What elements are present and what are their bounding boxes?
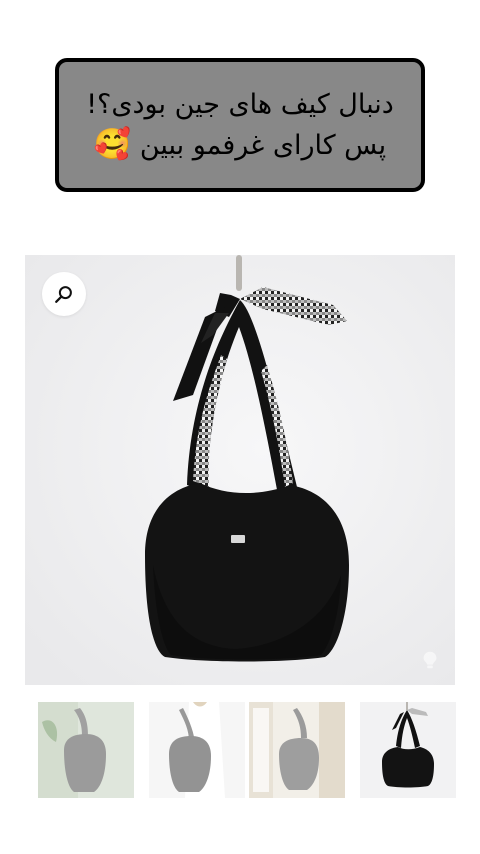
watermark-icon <box>423 651 437 669</box>
thumbnail-strip <box>25 702 456 798</box>
thumbnail-2[interactable] <box>149 702 245 798</box>
caption-line-1: دنبال کیف های جین بودی؟! <box>86 88 394 120</box>
search-icon <box>55 286 72 303</box>
thumbnail-1[interactable] <box>38 702 134 798</box>
zoom-button[interactable] <box>42 272 86 316</box>
caption-line-2: پس کارای غرفمو ببین 🥰 <box>94 125 386 166</box>
thumb-grey-bag-plant-image <box>38 702 134 798</box>
thumbnail-3[interactable] <box>249 702 345 798</box>
promo-caption: دنبال کیف های جین بودی؟! پس کارای غرفمو … <box>55 58 425 192</box>
thumb-grey-bag-window-image <box>249 702 345 798</box>
smiling-hearts-emoji: 🥰 <box>93 126 132 162</box>
thumb-grey-bag-model-image <box>149 702 245 798</box>
bag-photo <box>25 255 455 685</box>
product-main-image[interactable] <box>25 255 455 685</box>
thumbnail-4[interactable] <box>360 702 456 798</box>
caption-line-2-text: پس کارای غرفمو ببین <box>139 129 387 161</box>
thumb-black-bag-image <box>360 702 456 798</box>
